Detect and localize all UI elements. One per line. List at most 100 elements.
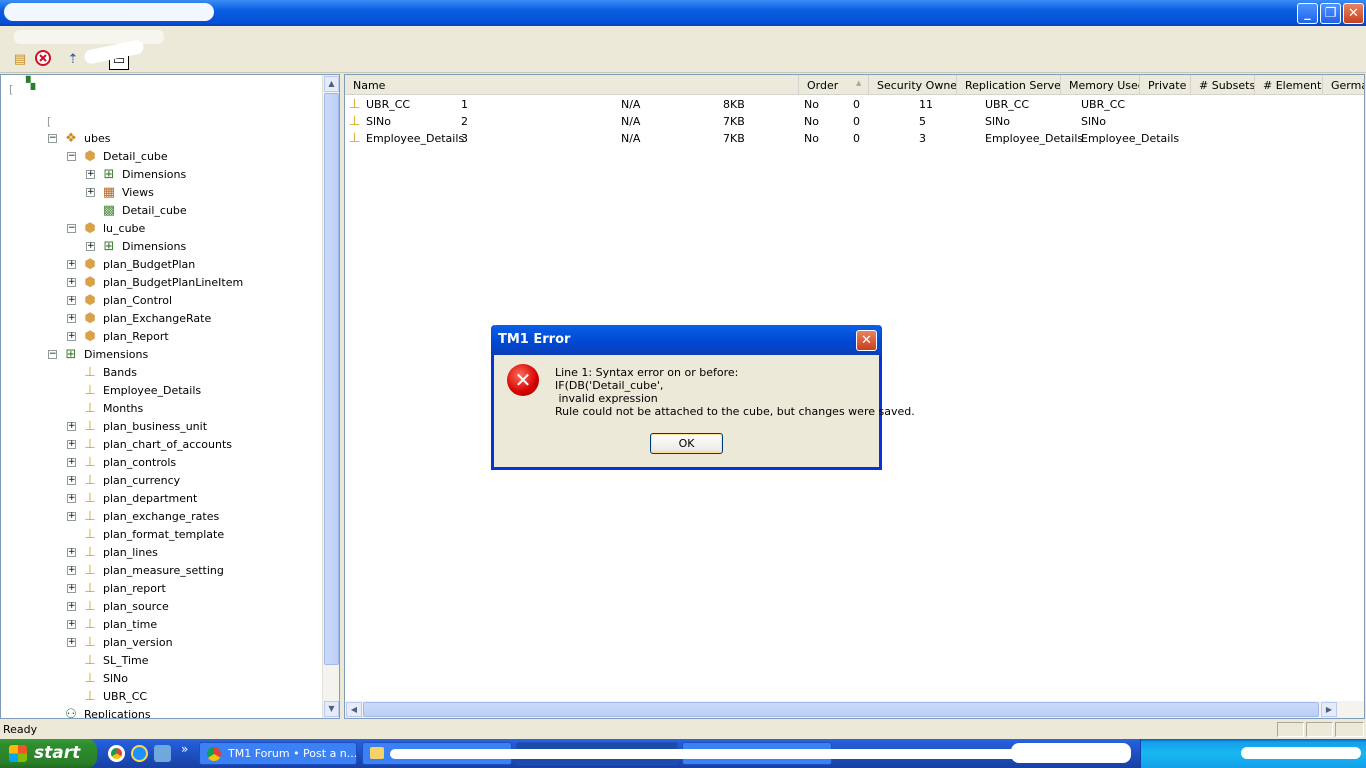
tree-node[interactable]: ⊥ Employee_Details <box>67 381 201 399</box>
expand-icon[interactable]: + <box>67 493 76 503</box>
close-button[interactable]: ✕ <box>1343 3 1364 24</box>
tree-node[interactable]: + ⊥ plan_department <box>67 489 197 507</box>
expand-icon[interactable]: + <box>67 457 76 467</box>
scroll-left-arrow-icon[interactable]: ◀ <box>346 702 362 717</box>
tree-node-label: plan_department <box>103 491 198 505</box>
dialog-title-bar: TM1 Error ✕ <box>491 325 882 355</box>
taskbar-item-tm1-forum[interactable]: TM1 Forum • Post a n... <box>199 742 357 765</box>
tree-node[interactable]: − ⬢ lu_cube <box>67 219 145 237</box>
expand-icon[interactable]: + <box>67 259 76 269</box>
expand-icon[interactable]: + <box>67 295 76 305</box>
expand-icon[interactable]: + <box>67 421 76 431</box>
tree-node[interactable]: + ⬢ plan_ExchangeRate <box>67 309 211 327</box>
tree-node[interactable]: − ⬢ Detail_cube <box>67 147 168 165</box>
expand-icon[interactable]: + <box>86 169 95 179</box>
expand-icon[interactable]: + <box>67 619 76 629</box>
tree-node[interactable]: + ⊥ plan_lines <box>67 543 158 561</box>
scroll-right-arrow-icon[interactable]: ▶ <box>1321 702 1337 717</box>
quicklaunch-overflow-icon[interactable]: » <box>181 742 188 756</box>
tree-node-label: plan_business_unit <box>103 419 208 433</box>
tree-vertical-scrollbar[interactable]: ▲ ▼ <box>322 75 339 718</box>
tree-node[interactable]: ⊥ SL_Time <box>67 651 148 669</box>
start-button[interactable]: start <box>0 739 97 768</box>
tree-node[interactable]: ▩ Detail_cube <box>86 201 187 219</box>
tree-node-label: Months <box>103 401 144 415</box>
column-header[interactable]: German <box>1323 75 1364 95</box>
tree-node[interactable]: + ⊞ Dimensions <box>86 237 186 255</box>
list-scroll-thumb[interactable] <box>363 702 1319 717</box>
collapse-icon[interactable]: − <box>67 151 76 161</box>
tree-node[interactable]: + ▦ Views <box>86 183 154 201</box>
copy-icon[interactable]: ▤ <box>10 50 30 70</box>
expand-icon[interactable]: + <box>67 565 76 575</box>
table-row[interactable]: ⊥ SlNo 2 N/A 7KB No 0 5 SlNo SlNo <box>345 113 1345 130</box>
tree-node[interactable]: + ⊥ plan_version <box>67 633 173 651</box>
internet-explorer-icon[interactable] <box>131 745 148 762</box>
chrome-icon[interactable] <box>108 745 125 762</box>
expand-icon[interactable]: + <box>67 547 76 557</box>
tree-node[interactable]: + ⊥ plan_chart_of_accounts <box>67 435 232 453</box>
tree-node[interactable]: ⚇ Replications <box>48 705 150 719</box>
table-row[interactable]: ⊥ UBR_CC 1 N/A 8KB No 0 11 UBR_CC UBR_CC <box>345 96 1345 113</box>
cube-icon: ⬢ <box>84 220 96 236</box>
tree-node[interactable]: − ❖ ubes <box>48 129 110 147</box>
column-header[interactable]: Private <box>1140 75 1191 95</box>
tree-node[interactable]: + ⊥ plan_controls <box>67 453 176 471</box>
stop-icon[interactable] <box>33 50 53 70</box>
tree-node[interactable]: ⊥ SlNo <box>67 669 128 687</box>
tree-node[interactable]: + ⊥ plan_business_unit <box>67 417 207 435</box>
collapse-icon[interactable]: − <box>48 349 57 359</box>
tree-node[interactable]: + ⬢ plan_Control <box>67 291 172 309</box>
column-header[interactable]: Security Owner <box>869 75 957 95</box>
expand-icon[interactable]: + <box>86 187 95 197</box>
minimize-button[interactable]: _ <box>1297 3 1318 24</box>
collapse-icon[interactable]: − <box>67 223 76 233</box>
dimension-icon: ⊥ <box>84 472 96 488</box>
tree-redacted <box>61 111 111 121</box>
list-horizontal-scrollbar[interactable]: ◀ ▶ <box>345 701 1364 718</box>
move-up-icon[interactable]: ⇡ <box>63 50 83 70</box>
expand-icon[interactable]: + <box>67 439 76 449</box>
expand-icon[interactable]: + <box>67 313 76 323</box>
tree-node[interactable]: + ⬢ plan_BudgetPlanLineItem <box>67 273 243 291</box>
expand-icon[interactable]: + <box>67 583 76 593</box>
tree-node[interactable]: + ⊥ plan_time <box>67 615 157 633</box>
scroll-up-arrow-icon[interactable]: ▲ <box>324 76 339 92</box>
tree-node-label: plan_ExchangeRate <box>103 311 212 325</box>
tree-scroll-thumb[interactable] <box>324 93 339 665</box>
expand-icon[interactable]: + <box>67 475 76 485</box>
expand-icon[interactable]: + <box>67 637 76 647</box>
tree-node[interactable]: + ⊞ Dimensions <box>86 165 186 183</box>
tree-node[interactable]: + ⊥ plan_report <box>67 579 166 597</box>
expand-icon[interactable]: + <box>67 511 76 521</box>
tree-node[interactable]: + ⊥ plan_source <box>67 597 169 615</box>
dimension-icon: ⊥ <box>84 526 96 542</box>
scroll-down-arrow-icon[interactable]: ▼ <box>324 701 339 717</box>
tree-node[interactable]: ⊥ Bands <box>67 363 137 381</box>
restore-button[interactable]: ❐ <box>1320 3 1341 24</box>
column-header[interactable]: Replication Server <box>957 75 1061 95</box>
tree-node[interactable]: + ⬢ plan_Report <box>67 327 169 345</box>
column-header[interactable]: Memory Used <box>1061 75 1140 95</box>
expand-icon[interactable]: + <box>67 277 76 287</box>
table-row[interactable]: ⊥ Employee_Details 3 N/A 7KB No 0 3 Employee_Det… <box>345 130 1345 147</box>
explorer-icon[interactable] <box>154 745 171 762</box>
tree-node[interactable]: + ⬢ plan_BudgetPlan <box>67 255 195 273</box>
dialog-close-button[interactable]: ✕ <box>856 330 877 351</box>
clock-redacted <box>1241 747 1361 759</box>
expand-icon[interactable]: + <box>67 601 76 611</box>
tree-node[interactable]: + ⊥ plan_currency <box>67 471 180 489</box>
tree-node[interactable]: + ⊥ plan_exchange_rates <box>67 507 219 525</box>
ok-button[interactable]: OK <box>650 433 723 454</box>
collapse-icon[interactable]: − <box>48 133 57 143</box>
tree-node[interactable]: − ⊞ Dimensions <box>48 345 148 363</box>
column-header[interactable]: Name <box>345 75 799 95</box>
tree-node[interactable]: ⊥ UBR_CC <box>67 687 147 705</box>
tree-node[interactable]: + ⊥ plan_measure_setting <box>67 561 224 579</box>
expand-icon[interactable]: + <box>86 241 95 251</box>
column-header[interactable]: # Elements <box>1255 75 1323 95</box>
tree-node[interactable]: ⊥ plan_format_template <box>67 525 224 543</box>
tree-node[interactable]: ⊥ Months <box>67 399 143 417</box>
column-header[interactable]: # Subsets <box>1191 75 1255 95</box>
expand-icon[interactable]: + <box>67 331 76 341</box>
